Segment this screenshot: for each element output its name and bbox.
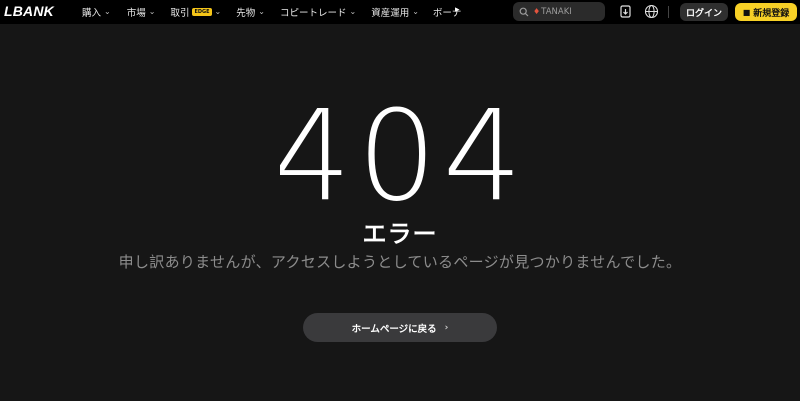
nav-item-label: 資産運用 (371, 8, 410, 19)
error-title: エラー (362, 220, 438, 248)
nav-item-markets[interactable]: 市場 ⌄ (127, 0, 156, 24)
nav-item-buy[interactable]: 購入 ⌄ (82, 0, 111, 24)
nav-item-label: 市場 (126, 8, 146, 19)
error-code: 404 (0, 104, 800, 204)
search-placeholder: TANAKI (541, 6, 572, 17)
home-button-label: ホームページに戻る (351, 323, 437, 335)
error-code-graphic: 404 (280, 104, 520, 204)
top-navigation-bar: LBANK 購入 ⌄ 市場 ⌄ 取引 EDGE ⌄ 先物 ⌄ コピートレード ⌄… (0, 0, 800, 24)
main-nav: 購入 ⌄ 市場 ⌄ 取引 EDGE ⌄ 先物 ⌄ コピートレード ⌄ 資産運用 … (82, 0, 461, 24)
search-input[interactable]: ♦ TANAKI (513, 2, 605, 21)
search-icon (519, 7, 529, 16)
nav-item-label: 購入 (82, 8, 102, 19)
header-divider (668, 6, 669, 18)
chevron-right-icon: › (444, 322, 449, 333)
error-message: 申し訳ありませんが、アクセスしようとしているページが見つかりませんでした。 (118, 253, 682, 271)
globe-icon[interactable] (644, 4, 659, 19)
chevron-down-icon: ⌄ (412, 6, 419, 16)
edge-badge: EDGE (192, 8, 212, 16)
caret-right-icon[interactable]: ▸ (455, 5, 460, 15)
nav-item-label: コピートレード (279, 8, 347, 19)
chevron-down-icon: ⌄ (148, 6, 156, 16)
chevron-down-icon: ⌄ (349, 6, 357, 16)
signup-label: 新規登録 (753, 8, 790, 19)
chevron-down-icon: ⌄ (258, 6, 265, 16)
back-to-home-button[interactable]: ホームページに戻る › (303, 313, 497, 342)
signup-button[interactable]: ■ 新規登録 (735, 3, 797, 21)
nav-item-futures[interactable]: 先物 ⌄ (236, 0, 265, 24)
download-icon[interactable] (618, 4, 633, 19)
error-code-text: 404 (280, 104, 520, 204)
login-button[interactable]: ログイン (680, 3, 728, 21)
nav-item-label: 先物 (236, 8, 256, 19)
chevron-down-icon: ⌄ (214, 6, 222, 16)
chevron-down-icon: ⌄ (104, 6, 111, 16)
nav-item-copy-trade[interactable]: コピートレード ⌄ (280, 0, 356, 24)
nav-item-earn[interactable]: 資産運用 ⌄ (371, 0, 419, 24)
gift-icon: ■ (742, 7, 751, 17)
fire-icon: ♦ (533, 7, 541, 16)
nav-item-trade[interactable]: 取引 EDGE ⌄ (170, 0, 221, 24)
lbank-logo[interactable]: LBANK (4, 3, 54, 19)
nav-item-label: 取引 (170, 8, 190, 19)
